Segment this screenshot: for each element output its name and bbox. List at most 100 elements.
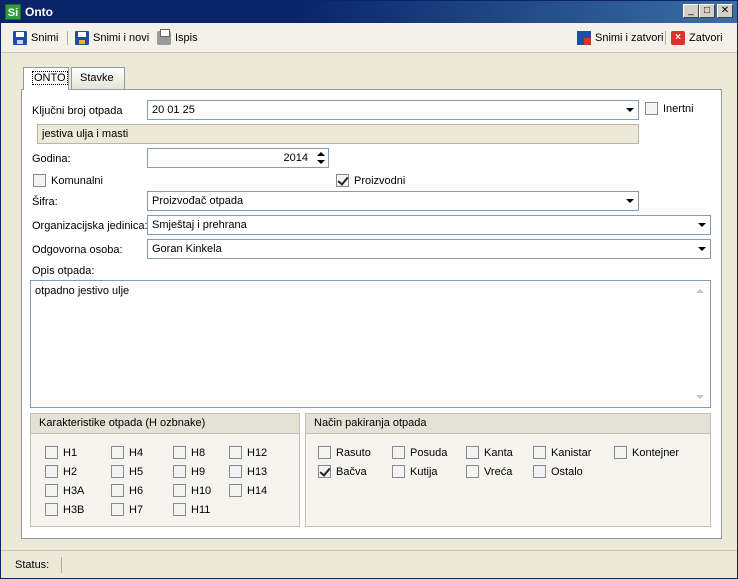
save-close-label: Snimi i zatvori bbox=[595, 32, 664, 44]
pack-label: Rasuto bbox=[336, 446, 371, 459]
minimize-button[interactable]: _ bbox=[683, 4, 699, 18]
kljucni-broj-value: 20 01 25 bbox=[152, 104, 195, 116]
h-checkbox-h1[interactable]: H1 bbox=[45, 446, 77, 459]
pack-checkbox-rasuto[interactable]: Rasuto bbox=[318, 446, 371, 459]
h-label: H2 bbox=[63, 465, 78, 478]
close-window-button[interactable]: ✕ bbox=[717, 4, 733, 18]
h-checkbox-h10[interactable]: H10 bbox=[173, 484, 211, 497]
pack-box bbox=[614, 446, 627, 459]
h-checkbox-h13[interactable]: H13 bbox=[229, 465, 267, 478]
h-checkbox-h11[interactable]: H11 bbox=[173, 503, 210, 516]
save-close-icon bbox=[577, 31, 591, 45]
pack-label: Bačva bbox=[336, 465, 367, 478]
save-close-button[interactable]: Snimi i zatvori bbox=[577, 29, 663, 47]
title-bar: Si Onto _ □ ✕ bbox=[1, 1, 737, 23]
toolbar-separator bbox=[67, 31, 68, 45]
h-label: H3B bbox=[63, 503, 85, 516]
onto-panel: Ključni broj otpada 20 01 25 Inertni jes… bbox=[21, 89, 722, 539]
komunalni-box bbox=[33, 174, 46, 187]
pack-checkbox-ostalo[interactable]: Ostalo bbox=[533, 465, 583, 478]
h-checkbox-h8[interactable]: H8 bbox=[173, 446, 205, 459]
pack-checkbox-kanta[interactable]: Kanta bbox=[466, 446, 513, 459]
app-window: Si Onto _ □ ✕ Snimi Snimi i novi Ispis S… bbox=[0, 0, 738, 579]
spin-down-icon[interactable] bbox=[317, 160, 325, 164]
h-box bbox=[173, 465, 186, 478]
h-checkbox-h4[interactable]: H4 bbox=[111, 446, 143, 459]
h-label: H4 bbox=[129, 446, 144, 459]
h-box bbox=[45, 465, 58, 478]
godina-spinner[interactable]: 2014 bbox=[147, 148, 329, 168]
inertni-checkbox[interactable]: Inertni bbox=[645, 102, 694, 115]
chevron-down-icon bbox=[698, 247, 706, 251]
chevron-down-icon bbox=[698, 223, 706, 227]
pack-label: Kutija bbox=[410, 465, 438, 478]
h-box bbox=[229, 446, 242, 459]
chevron-down-icon bbox=[626, 199, 634, 203]
maximize-button[interactable]: □ bbox=[699, 4, 715, 18]
spin-up-icon[interactable] bbox=[317, 152, 325, 156]
pack-box bbox=[392, 465, 405, 478]
h-label: H3A bbox=[63, 484, 85, 497]
h-box bbox=[173, 446, 186, 459]
h-box bbox=[111, 503, 124, 516]
h-checkbox-h6[interactable]: H6 bbox=[111, 484, 143, 497]
chevron-down-icon bbox=[626, 108, 634, 112]
pack-box bbox=[392, 446, 405, 459]
pack-checkbox-kanistar[interactable]: Kanistar bbox=[533, 446, 591, 459]
save-button[interactable]: Snimi bbox=[13, 29, 59, 47]
pack-checkbox-posuda[interactable]: Posuda bbox=[392, 446, 447, 459]
h-box bbox=[173, 484, 186, 497]
h-checkbox-h14[interactable]: H14 bbox=[229, 484, 267, 497]
app-logo-icon: Si bbox=[5, 4, 21, 20]
tab-onto[interactable]: ONTO bbox=[23, 67, 69, 90]
pack-checkbox-bačva[interactable]: Bačva bbox=[318, 465, 367, 478]
opis-textarea[interactable]: otpadno jestivo ulje bbox=[30, 280, 711, 408]
godina-label: Godina: bbox=[32, 153, 71, 165]
h-checkbox-h12[interactable]: H12 bbox=[229, 446, 267, 459]
pack-checkbox-vreća[interactable]: Vreća bbox=[466, 465, 512, 478]
h-box bbox=[111, 484, 124, 497]
org-value: Smještaj i prehrana bbox=[152, 219, 247, 231]
scroll-down-icon[interactable] bbox=[696, 395, 704, 399]
pack-box bbox=[318, 446, 331, 459]
pack-group-title: Način pakiranja otpada bbox=[306, 414, 710, 434]
opis-kljuca-field: jestiva ulja i masti bbox=[37, 124, 639, 144]
save-new-icon bbox=[75, 31, 89, 45]
h-label: H5 bbox=[129, 465, 144, 478]
h-checkbox-h9[interactable]: H9 bbox=[173, 465, 205, 478]
h-box bbox=[229, 465, 242, 478]
h-label: H6 bbox=[129, 484, 144, 497]
save-new-label: Snimi i novi bbox=[93, 32, 150, 44]
print-button[interactable]: Ispis bbox=[157, 29, 198, 47]
status-separator bbox=[61, 557, 62, 573]
pack-label: Kontejner bbox=[632, 446, 680, 459]
kljucni-broj-combo[interactable]: 20 01 25 bbox=[147, 100, 639, 120]
tab-stavke[interactable]: Stavke bbox=[71, 67, 125, 89]
h-label: H12 bbox=[247, 446, 268, 459]
h-checkbox-h2[interactable]: H2 bbox=[45, 465, 77, 478]
pack-checkbox-kontejner[interactable]: Kontejner bbox=[614, 446, 679, 459]
toolbar: Snimi Snimi i novi Ispis Snimi i zatvori… bbox=[1, 23, 737, 53]
sifra-combo[interactable]: Proizvođač otpada bbox=[147, 191, 639, 211]
osoba-combo[interactable]: Goran Kinkela bbox=[147, 239, 711, 259]
proizvodni-label: Proizvodni bbox=[354, 174, 406, 187]
h-checkbox-h5[interactable]: H5 bbox=[111, 465, 143, 478]
org-combo[interactable]: Smještaj i prehrana bbox=[147, 215, 711, 235]
h-label: H8 bbox=[191, 446, 206, 459]
h-checkbox-h3a[interactable]: H3A bbox=[45, 484, 84, 497]
save-new-button[interactable]: Snimi i novi bbox=[75, 29, 149, 47]
pack-checkbox-kutija[interactable]: Kutija bbox=[392, 465, 438, 478]
h-box bbox=[173, 503, 186, 516]
kljucni-broj-label: Ključni broj otpada bbox=[32, 105, 123, 117]
scroll-up-icon[interactable] bbox=[696, 289, 704, 293]
h-group: Karakteristike otpada (H ozbnake) H1 H4 H8… bbox=[30, 413, 300, 527]
h-checkbox-h3b[interactable]: H3B bbox=[45, 503, 84, 516]
h-label: H1 bbox=[63, 446, 78, 459]
h-checkbox-h7[interactable]: H7 bbox=[111, 503, 143, 516]
komunalni-checkbox[interactable]: Komunalni bbox=[33, 174, 103, 187]
close-button[interactable]: × Zatvori bbox=[671, 29, 723, 47]
proizvodni-box bbox=[336, 174, 349, 187]
komunalni-label: Komunalni bbox=[51, 174, 103, 187]
proizvodni-checkbox[interactable]: Proizvodni bbox=[336, 174, 405, 187]
h-box bbox=[111, 446, 124, 459]
